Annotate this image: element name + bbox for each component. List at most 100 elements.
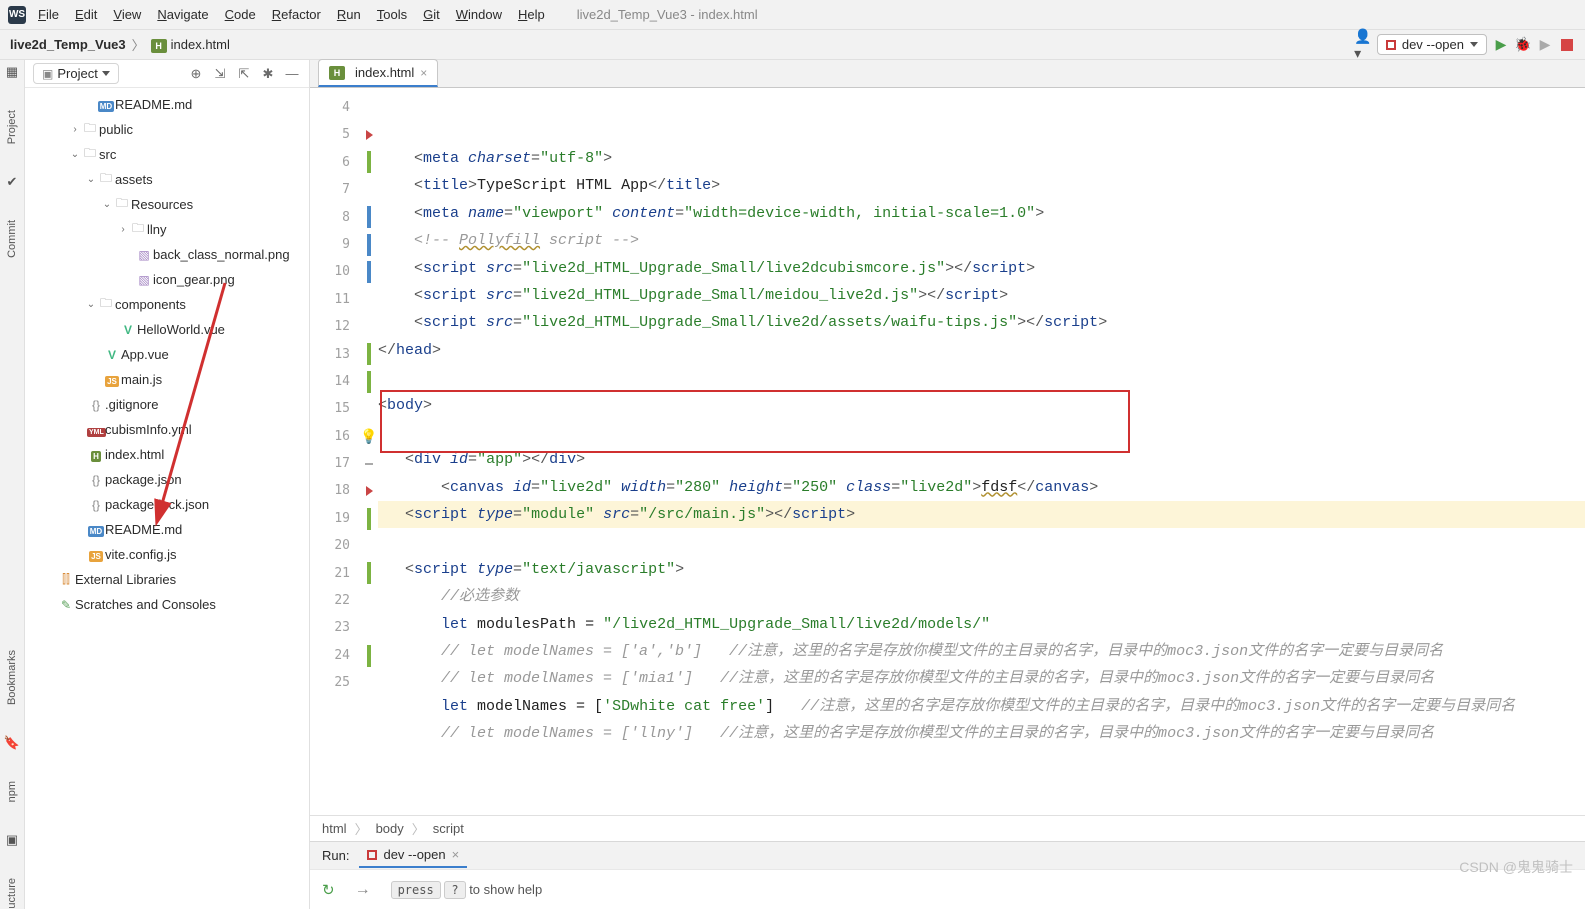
tree-item[interactable]: VApp.vue	[25, 342, 309, 367]
settings-icon[interactable]: ✱	[259, 65, 277, 83]
tree-item[interactable]: ▧icon_gear.png	[25, 267, 309, 292]
commit-tool-icon[interactable]: ✔	[7, 174, 18, 190]
code-line[interactable]: <body>	[378, 392, 1585, 419]
gutter-mark	[360, 560, 378, 587]
code-line[interactable]: // let modelNames = ['a','b'] //注意，这里的名字…	[378, 638, 1585, 665]
project-tree[interactable]: MDREADME.md›🗀public⌄🗀src⌄🗀assets⌄🗀Resour…	[25, 88, 309, 909]
locate-file-icon[interactable]: ⊕	[187, 65, 205, 83]
run-button[interactable]: ▶	[1493, 37, 1509, 53]
run-configuration-selector[interactable]: dev --open	[1377, 34, 1487, 55]
expand-arrow-icon[interactable]: ⌄	[85, 299, 97, 310]
code-line[interactable]: <script type="module" src="/src/main.js"…	[378, 501, 1585, 528]
tree-item-label: components	[115, 297, 186, 312]
menu-view[interactable]: View	[105, 3, 149, 26]
code-line[interactable]: <div id="app"></div>	[378, 446, 1585, 473]
menu-file[interactable]: File	[30, 3, 67, 26]
breadcrumb-file[interactable]: Hindex.html	[151, 37, 230, 53]
breadcrumb-item[interactable]: script	[433, 821, 464, 836]
tree-item[interactable]: ›🗀llny	[25, 217, 309, 242]
code-line[interactable]: <meta name="viewport" content="width=dev…	[378, 200, 1585, 227]
tree-item[interactable]: {}package-lock.json	[25, 492, 309, 517]
expand-arrow-icon[interactable]: ⌄	[69, 149, 81, 160]
tree-item[interactable]: ⌄🗀Resources	[25, 192, 309, 217]
expand-all-icon[interactable]: ⇲	[211, 65, 229, 83]
debug-button[interactable]: 🐞	[1515, 37, 1531, 53]
code-line[interactable]: <title>TypeScript HTML App</title>	[378, 172, 1585, 199]
code-line[interactable]: let modulesPath = "/live2d_HTML_Upgrade_…	[378, 611, 1585, 638]
code-line[interactable]: // let modelNames = ['mia1'] //注意，这里的名字是…	[378, 665, 1585, 692]
code-area[interactable]: <meta charset="utf-8"> <title>TypeScript…	[378, 88, 1585, 815]
code-line[interactable]: <meta charset="utf-8">	[378, 145, 1585, 172]
menu-help[interactable]: Help	[510, 3, 553, 26]
account-icon[interactable]: 👤▾	[1355, 37, 1371, 53]
tree-item[interactable]: {}.gitignore	[25, 392, 309, 417]
tree-item[interactable]: ›🗀public	[25, 117, 309, 142]
expand-arrow-icon[interactable]: ›	[117, 224, 129, 235]
expand-arrow-icon[interactable]: ⌄	[85, 174, 97, 185]
commit-tool-label[interactable]: Commit	[6, 220, 18, 258]
tree-item[interactable]: VHelloWorld.vue	[25, 317, 309, 342]
tree-item[interactable]: MDREADME.md	[25, 92, 309, 117]
bookmarks-tool-label[interactable]: Bookmarks	[6, 650, 18, 705]
code-line[interactable]	[378, 364, 1585, 391]
project-tool-label[interactable]: Project	[6, 110, 18, 144]
hide-panel-icon[interactable]: —	[283, 65, 301, 83]
code-line[interactable]: let modelNames = ['SDwhite cat free'] //…	[378, 693, 1585, 720]
rerun-icon[interactable]: ↻	[322, 881, 335, 899]
breadcrumb-item[interactable]: body	[376, 821, 404, 836]
close-tab-icon[interactable]: ×	[420, 66, 427, 80]
stop-button[interactable]	[1559, 37, 1575, 53]
menu-tools[interactable]: Tools	[369, 3, 415, 26]
menu-navigate[interactable]: Navigate	[149, 3, 216, 26]
code-line[interactable]: <script type="text/javascript">	[378, 556, 1585, 583]
menu-run[interactable]: Run	[329, 3, 369, 26]
bookmarks-tool-icon[interactable]: 🔖	[4, 735, 20, 751]
run-tab[interactable]: dev --open ×	[359, 843, 467, 868]
code-line[interactable]: <!-- Pollyfill script -->	[378, 227, 1585, 254]
line-number: 24	[310, 642, 360, 669]
menu-edit[interactable]: Edit	[67, 3, 105, 26]
tree-item[interactable]: ⌄🗀components	[25, 292, 309, 317]
expand-arrow-icon[interactable]: ›	[69, 124, 81, 135]
project-view-selector[interactable]: ▣ Project	[33, 63, 119, 84]
collapse-all-icon[interactable]: ⇱	[235, 65, 253, 83]
breadcrumb-project[interactable]: live2d_Temp_Vue3	[10, 37, 126, 52]
tree-item-label: package.json	[105, 472, 182, 487]
tree-item[interactable]: ⌄🗀assets	[25, 167, 309, 192]
expand-arrow-icon[interactable]: ⌄	[101, 199, 113, 210]
tree-item[interactable]: ✎Scratches and Consoles	[25, 592, 309, 617]
code-line[interactable]: <script src="live2d_HTML_Upgrade_Small/l…	[378, 255, 1585, 282]
menu-git[interactable]: Git	[415, 3, 448, 26]
line-number: 8	[310, 204, 360, 231]
tree-item[interactable]: JSmain.js	[25, 367, 309, 392]
editor-tabs: H index.html ×	[310, 60, 1585, 88]
tree-item[interactable]: ▧back_class_normal.png	[25, 242, 309, 267]
code-line[interactable]	[378, 419, 1585, 446]
code-line[interactable]: <canvas id="live2d" width="280" height="…	[378, 474, 1585, 501]
menu-code[interactable]: Code	[217, 3, 264, 26]
npm-tool-label[interactable]: npm	[6, 781, 18, 802]
breadcrumb-item[interactable]: html	[322, 821, 347, 836]
tree-item[interactable]: {}package.json	[25, 467, 309, 492]
code-line[interactable]: </head>	[378, 337, 1585, 364]
tree-item[interactable]: MDREADME.md	[25, 517, 309, 542]
menu-window[interactable]: Window	[448, 3, 510, 26]
editor-tab-index-html[interactable]: H index.html ×	[318, 59, 438, 87]
code-line[interactable]: <script src="live2d_HTML_Upgrade_Small/m…	[378, 282, 1585, 309]
run-with-coverage-button[interactable]: ▶	[1537, 37, 1553, 53]
code-line[interactable]: // let modelNames = ['llny'] //注意，这里的名字是…	[378, 720, 1585, 747]
close-tab-icon[interactable]: ×	[452, 847, 460, 862]
editor-body[interactable]: 45678910111213141516171819202122232425 💡…	[310, 88, 1585, 815]
tree-item[interactable]: Hindex.html	[25, 442, 309, 467]
tree-item[interactable]: ⫿⫿External Libraries	[25, 567, 309, 592]
code-line[interactable]: <script src="live2d_HTML_Upgrade_Small/l…	[378, 309, 1585, 336]
tree-item[interactable]: YMLcubismInfo.yml	[25, 417, 309, 442]
menu-refactor[interactable]: Refactor	[264, 3, 329, 26]
tree-item[interactable]: ⌄🗀src	[25, 142, 309, 167]
code-line[interactable]: //必选参数	[378, 583, 1585, 610]
structure-tool-label[interactable]: ucture	[6, 878, 18, 909]
code-line[interactable]	[378, 528, 1585, 555]
tree-item[interactable]: JSvite.config.js	[25, 542, 309, 567]
npm-tool-icon[interactable]: ▣	[6, 832, 18, 848]
project-tool-icon[interactable]: ▦	[6, 64, 18, 80]
